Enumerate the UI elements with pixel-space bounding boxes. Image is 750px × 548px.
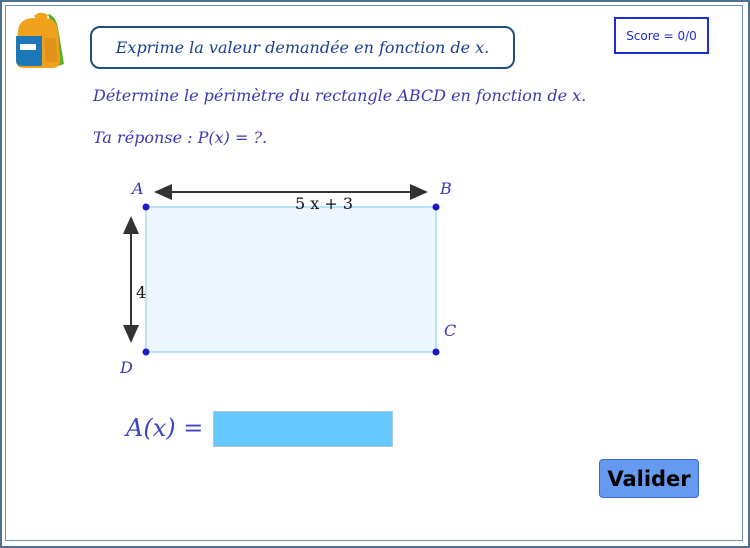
validate-label: Valider	[607, 466, 691, 491]
rectangle-abcd	[145, 206, 437, 353]
answer-input[interactable]	[213, 411, 393, 447]
point-d	[142, 348, 150, 356]
vertex-label-d: D	[119, 358, 133, 377]
vertex-label-b: B	[439, 179, 452, 198]
validate-button[interactable]: Valider	[599, 459, 699, 498]
point-b	[432, 203, 440, 211]
length-label: 5 x + 3	[295, 194, 353, 213]
answer-label: A(x) =	[126, 414, 204, 442]
width-label: 4	[136, 283, 146, 302]
point-a	[142, 203, 150, 211]
point-c	[432, 348, 440, 356]
vertex-label-c: C	[444, 321, 456, 340]
vertex-label-a: A	[130, 179, 144, 198]
